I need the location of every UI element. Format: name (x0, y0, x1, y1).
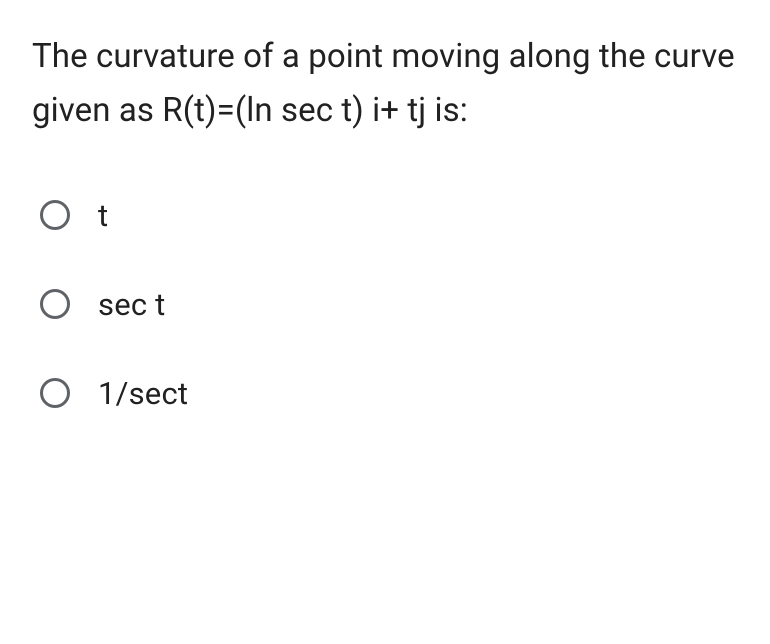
option-label: 1/sect (98, 375, 188, 412)
option-label: t (98, 197, 108, 234)
radio-icon (40, 289, 70, 319)
question-text: The curvature of a point moving along th… (32, 30, 742, 139)
radio-icon (40, 200, 70, 230)
option-3[interactable]: 1/sect (40, 375, 742, 412)
option-1[interactable]: t (40, 197, 742, 234)
radio-icon (40, 378, 70, 408)
options-list: t sec t 1/sect (32, 197, 742, 412)
option-label: sec t (98, 286, 166, 323)
option-2[interactable]: sec t (40, 286, 742, 323)
